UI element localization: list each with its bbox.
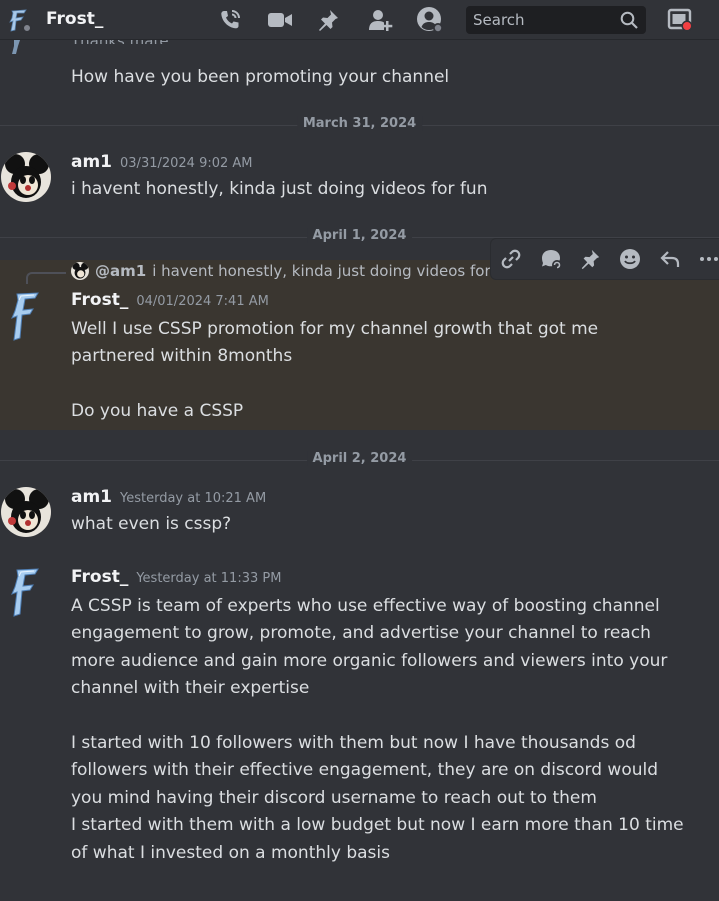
message-text-line: of what I invested on a monthly basis	[71, 843, 390, 863]
more-icon[interactable]	[689, 239, 719, 279]
am1-avatar[interactable]	[1, 152, 51, 202]
am1-avatar[interactable]	[1, 487, 51, 537]
add-friend-icon[interactable]	[366, 6, 394, 34]
message-text-line: more audience and gain more organic foll…	[71, 651, 668, 671]
timestamp[interactable]: Yesterday at 11:33 PM	[136, 571, 281, 586]
message-text-line: engagement to grow, promote, and adverti…	[71, 623, 651, 643]
reply-spine	[26, 272, 66, 284]
video-call-icon[interactable]	[266, 6, 294, 34]
message-text-line: A CSSP is team of experts who use effect…	[71, 596, 660, 616]
message-text-line: Do you have a CSSP	[71, 401, 244, 421]
create-thread-icon[interactable]	[531, 239, 571, 279]
message-text: How have you been promoting your channel	[71, 67, 450, 87]
search-input[interactable]	[466, 11, 606, 29]
inbox-icon[interactable]	[666, 6, 694, 34]
message-header: am1 03/31/2024 9:02 AM	[71, 152, 253, 172]
voice-call-icon[interactable]	[216, 6, 244, 34]
message-text-line: I started with them with a low budget bu…	[71, 815, 684, 835]
message-header: Frost_ 04/01/2024 7:41 AM	[71, 290, 269, 310]
search-bar[interactable]	[466, 6, 646, 34]
username[interactable]: am1	[71, 487, 112, 507]
reply-username[interactable]: @am1	[95, 262, 146, 280]
username[interactable]: Frost_	[71, 567, 128, 587]
date-divider-label: April 1, 2024	[306, 228, 413, 243]
date-divider: March 31, 2024	[0, 115, 719, 135]
pin-message-icon[interactable]	[570, 239, 610, 279]
message-text-line: partnered within 8months	[71, 346, 293, 366]
message-text-line: you mind having their discord username t…	[71, 788, 597, 808]
username[interactable]: Frost_	[71, 290, 128, 310]
message-header: am1 Yesterday at 10:21 AM	[71, 487, 266, 507]
add-reaction-icon[interactable]	[610, 239, 650, 279]
reply-preview[interactable]: @am1 i havent honestly, kinda just doing…	[71, 262, 491, 280]
copy-link-icon[interactable]	[491, 239, 531, 279]
channel-header: Frost_	[0, 0, 719, 40]
timestamp[interactable]: 04/01/2024 7:41 AM	[136, 294, 269, 309]
date-divider: April 2, 2024	[0, 450, 719, 470]
message-text-line: I started with 10 followers with them bu…	[71, 733, 636, 753]
date-divider-label: April 2, 2024	[306, 451, 413, 466]
message-text-line: channel with their expertise	[71, 678, 310, 698]
channel-title: Frost_	[46, 9, 104, 29]
reply-icon[interactable]	[650, 239, 690, 279]
message-text-line: followers with their effective engagemen…	[71, 760, 659, 780]
pin-icon[interactable]	[314, 6, 342, 34]
message-header: Frost_ Yesterday at 11:33 PM	[71, 567, 281, 587]
search-icon	[620, 11, 638, 29]
status-indicator	[22, 23, 32, 33]
message-text: what even is cssp?	[71, 514, 232, 534]
message-text: i havent honestly, kinda just doing vide…	[71, 179, 488, 199]
frost-avatar[interactable]	[8, 568, 44, 618]
timestamp[interactable]: 03/31/2024 9:02 AM	[120, 156, 253, 171]
frost-avatar[interactable]	[8, 292, 44, 342]
frost-avatar-partial	[12, 40, 20, 54]
date-divider-label: March 31, 2024	[296, 116, 423, 131]
message-text-line: Well I use CSSP promotion for my channel…	[71, 319, 599, 339]
timestamp[interactable]: Yesterday at 10:21 AM	[120, 491, 266, 506]
reply-text[interactable]: i havent honestly, kinda just doing vide…	[152, 262, 491, 280]
message-action-toolbar	[490, 238, 719, 280]
am1-mini-avatar	[71, 262, 89, 280]
username[interactable]: am1	[71, 152, 112, 172]
user-profile-icon[interactable]	[416, 6, 444, 34]
